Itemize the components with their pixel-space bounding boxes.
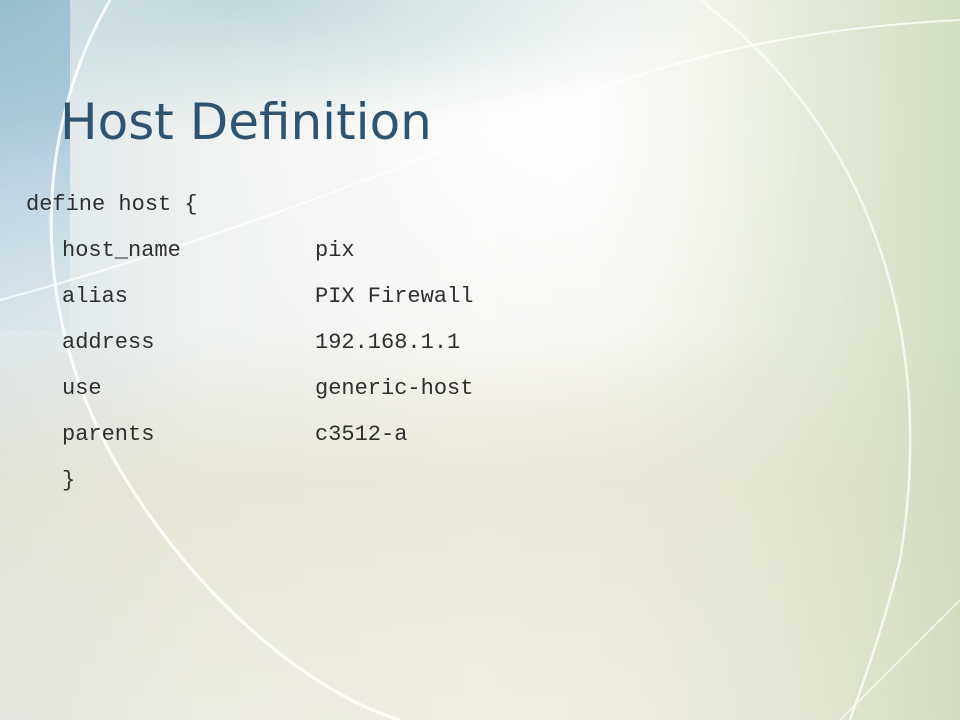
field-value: 192.168.1.1 [315, 330, 461, 355]
field-value: generic-host [315, 376, 474, 401]
field-value: pix [315, 238, 355, 263]
field-value: c3512-a [315, 422, 408, 447]
code-field-row: parents c3512-a [26, 412, 473, 458]
host-definition-code-block: define host { host_name pix alias PIX Fire… [26, 182, 473, 504]
field-key: address [62, 330, 155, 355]
code-field-row: host_name pix [26, 228, 473, 274]
field-key: alias [62, 284, 129, 309]
code-field-row: address 192.168.1.1 [26, 320, 473, 366]
field-key: parents [62, 422, 155, 447]
field-key: host_name [62, 238, 181, 263]
slide: Host Definition define host { host_namep… [0, 0, 960, 720]
code-opening-line: define host { [26, 192, 198, 217]
field-key: use [62, 376, 102, 401]
code-field-row: use generic-host [26, 366, 473, 412]
code-field-row: alias PIX Firewall [26, 274, 473, 320]
slide-title: Host Definition [60, 93, 432, 151]
field-value: PIX Firewall [315, 284, 474, 309]
code-closing-brace: } [62, 468, 76, 493]
